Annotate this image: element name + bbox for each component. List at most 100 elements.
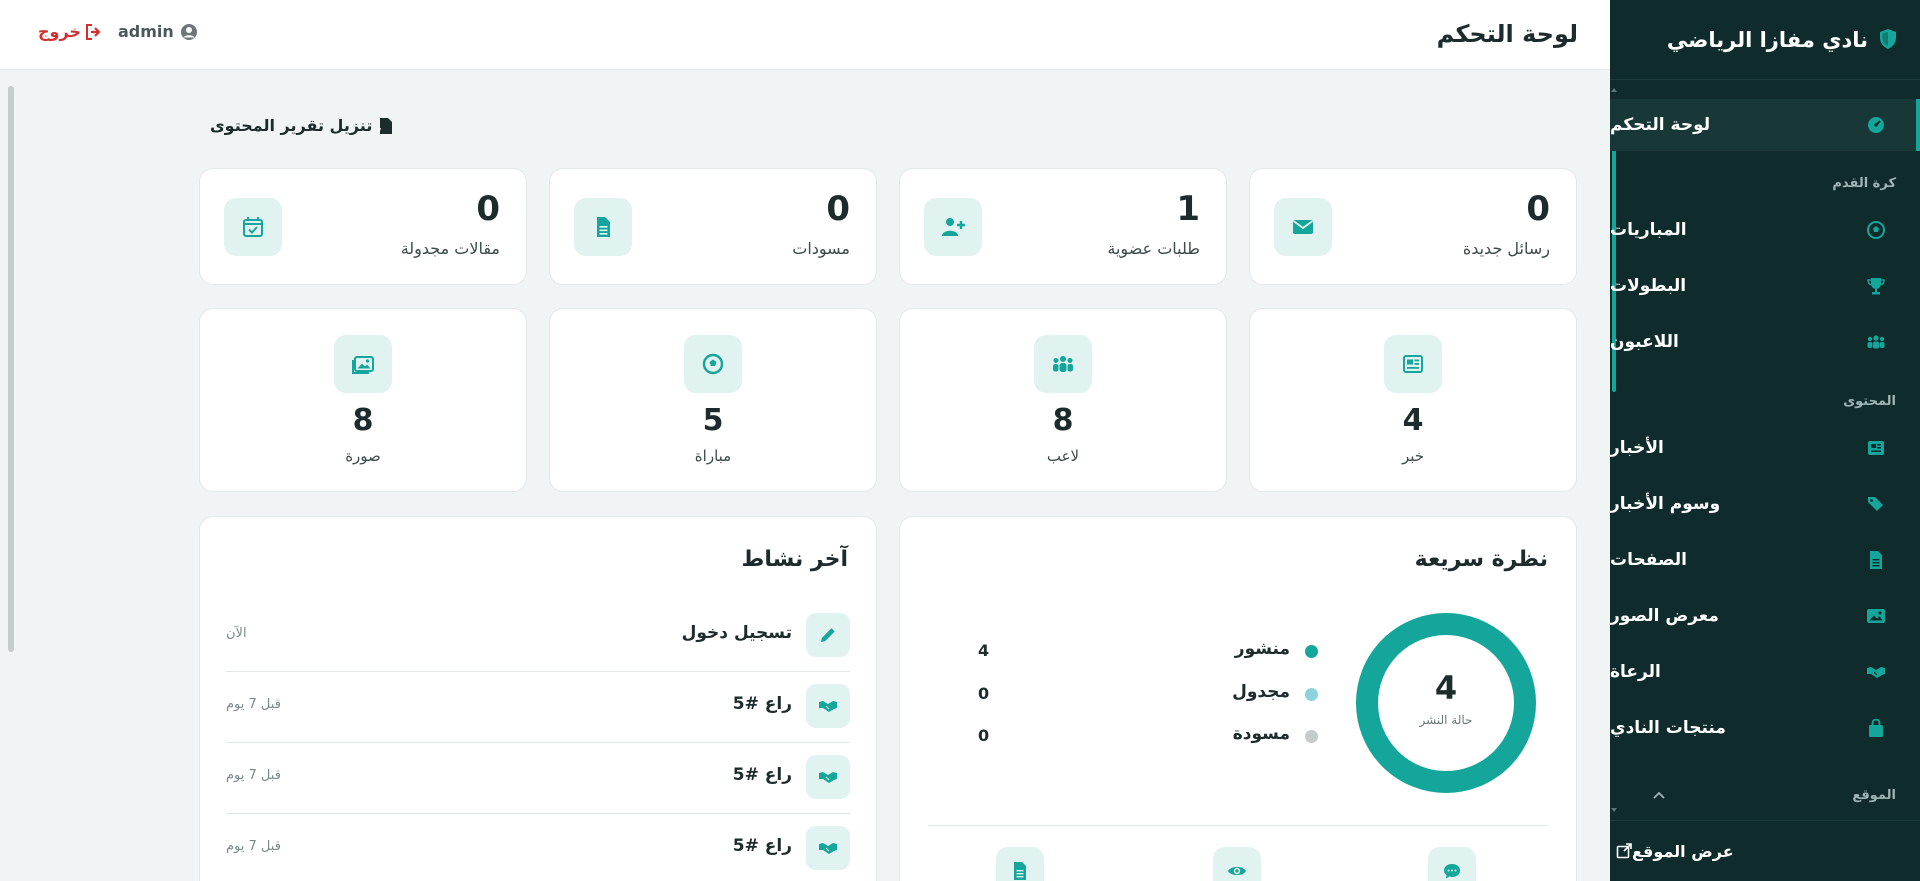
file-icon[interactable] xyxy=(996,847,1044,881)
shopping-bag-icon xyxy=(1869,718,1883,737)
sidebar-item-news-tags[interactable]: وسوم الأخبار xyxy=(1610,478,1920,530)
main-scrollbar[interactable] xyxy=(6,80,14,652)
donut-caption: حالة النشر xyxy=(1419,713,1473,727)
sidebar-item-label: الصفحات xyxy=(1610,550,1687,570)
trophy-icon xyxy=(1867,278,1885,295)
handshake-icon xyxy=(806,755,850,799)
sidebar-item-sponsors[interactable]: الرعاة xyxy=(1610,646,1920,698)
sidebar-item-label: الرعاة xyxy=(1610,662,1661,682)
shield-icon xyxy=(1880,29,1896,49)
stat-label: خبر xyxy=(1401,447,1425,465)
stat-label: مباراة xyxy=(694,447,732,465)
stat-card-matches[interactable]: 5 مباراة xyxy=(549,308,877,492)
sidebar-item-news[interactable]: الأخبار xyxy=(1610,422,1920,474)
download-report-label: تنزيل تقرير المحتوى xyxy=(210,116,373,135)
sidebar-item-players[interactable]: اللاعبون xyxy=(1610,316,1920,368)
sidebar-item-label: البطولات xyxy=(1610,276,1687,296)
stat-label: مقالات مجدولة xyxy=(400,239,500,258)
logout-button[interactable]: خروج xyxy=(38,22,103,41)
comment-icon[interactable] xyxy=(1428,847,1476,881)
stat-label: لاعب xyxy=(1046,447,1080,465)
activity-time: قبل 7 يوم xyxy=(226,697,281,712)
stat-value: 5 xyxy=(702,403,724,438)
sidebar-item-tournaments[interactable]: البطولات xyxy=(1610,260,1920,312)
sidebar-item-gallery[interactable]: معرض الصور xyxy=(1610,590,1920,642)
envelope-icon xyxy=(1274,198,1332,256)
stat-value: 8 xyxy=(352,403,374,438)
activity-row[interactable]: راع #5 قبل 7 يوم xyxy=(226,743,850,814)
stat-card-membership-requests[interactable]: 1 طلبات عضوية xyxy=(899,168,1227,285)
sidebar-item-label: منتجات النادي xyxy=(1610,718,1726,738)
stat-label: مسودات xyxy=(792,239,850,258)
stat-card-news[interactable]: 4 خبر xyxy=(1249,308,1577,492)
activity-title: آخر نشاط xyxy=(741,547,849,572)
sign-out-icon xyxy=(85,23,101,40)
stat-value: 8 xyxy=(1052,403,1074,438)
view-site-label: عرض الموقع xyxy=(1632,841,1734,861)
stat-card-scheduled-articles[interactable]: 0 مقالات مجدولة xyxy=(199,168,527,285)
activity-row[interactable]: راع #5 قبل 7 يوم xyxy=(226,814,850,881)
legend-value: 0 xyxy=(978,684,990,703)
activity-row[interactable]: راع #5 قبل 7 يوم xyxy=(226,672,850,743)
sidebar-item-pages[interactable]: الصفحات xyxy=(1610,534,1920,586)
newspaper-icon xyxy=(1384,335,1442,393)
stat-label: طلبات عضوية xyxy=(1107,239,1200,258)
chevron-up-icon[interactable] xyxy=(1652,790,1666,800)
activity-time: قبل 7 يوم xyxy=(226,839,281,854)
logout-label: خروج xyxy=(38,22,81,41)
activity-text: راع #5 xyxy=(732,765,792,785)
sidebar-item-dashboard[interactable]: لوحة التحكم xyxy=(1610,99,1920,151)
football-icon xyxy=(1867,221,1885,239)
legend-draft: مسودة 0 xyxy=(978,724,1318,748)
legend-label: مسودة xyxy=(1232,724,1290,744)
legend-value: 0 xyxy=(978,726,990,745)
sidebar-item-label: الأخبار xyxy=(1610,438,1664,458)
stat-card-players[interactable]: 8 لاعب xyxy=(899,308,1227,492)
calendar-check-icon xyxy=(224,198,282,256)
sidebar-section-site: الموقع xyxy=(1852,788,1896,803)
page-title: لوحة التحكم xyxy=(1436,20,1578,48)
activity-text: راع #5 xyxy=(732,694,792,714)
stat-value: 1 xyxy=(1176,189,1200,229)
eye-icon[interactable] xyxy=(1213,847,1261,881)
sidebar-section-football: كرة القدم xyxy=(1832,176,1896,191)
stat-card-photos[interactable]: 8 صورة xyxy=(199,308,527,492)
handshake-icon xyxy=(806,684,850,728)
overview-title: نظرة سريعة xyxy=(1414,547,1548,572)
gauge-icon xyxy=(1868,117,1884,133)
file-icon xyxy=(1870,551,1882,569)
scroll-up-arrow-icon[interactable] xyxy=(1611,88,1617,92)
username: admin xyxy=(118,22,174,41)
user-menu[interactable]: admin xyxy=(118,22,198,41)
stat-value: 4 xyxy=(1402,403,1424,438)
activity-row[interactable]: تسجيل دخول الآن xyxy=(226,601,850,672)
download-report-link[interactable]: CSV تنزيل تقرير المحتوى xyxy=(210,116,394,135)
handshake-icon xyxy=(806,826,850,870)
legend-label: منشور xyxy=(1234,639,1290,659)
legend-label: مجدول xyxy=(1232,682,1290,702)
sidebar-section-content: المحتوى xyxy=(1843,394,1896,409)
top-bar: لوحة التحكم admin خروج xyxy=(0,0,1610,70)
stat-card-drafts[interactable]: 0 مسودات xyxy=(549,168,877,285)
activity-time: قبل 7 يوم xyxy=(226,768,281,783)
main-scroll-thumb[interactable] xyxy=(8,86,14,652)
sidebar-item-matches[interactable]: المباريات xyxy=(1610,204,1920,256)
stat-card-new-messages[interactable]: 0 رسائل جديدة xyxy=(1249,168,1577,285)
sidebar-item-products[interactable]: منتجات النادي xyxy=(1610,702,1920,754)
football-icon xyxy=(684,335,742,393)
activity-time: الآن xyxy=(226,626,247,641)
scroll-down-arrow-icon[interactable] xyxy=(1611,808,1617,812)
stat-label: رسائل جديدة xyxy=(1462,239,1550,258)
pencil-icon xyxy=(806,613,850,657)
stat-value: 0 xyxy=(1526,189,1550,229)
sidebar-item-label: معرض الصور xyxy=(1610,606,1719,626)
svg-text:CSV: CSV xyxy=(378,128,381,134)
stat-value: 0 xyxy=(476,189,500,229)
overview-divider xyxy=(928,825,1548,826)
sidebar-item-label: اللاعبون xyxy=(1610,332,1679,352)
sidebar: نادي مفازا الرياضي لوحة التحكم كرة القدم… xyxy=(1610,0,1920,881)
legend-scheduled: مجدول 0 xyxy=(978,682,1318,706)
people-icon xyxy=(1867,335,1885,349)
activity-text: تسجيل دخول xyxy=(681,623,792,643)
view-site-link[interactable]: عرض الموقع xyxy=(1610,820,1920,881)
